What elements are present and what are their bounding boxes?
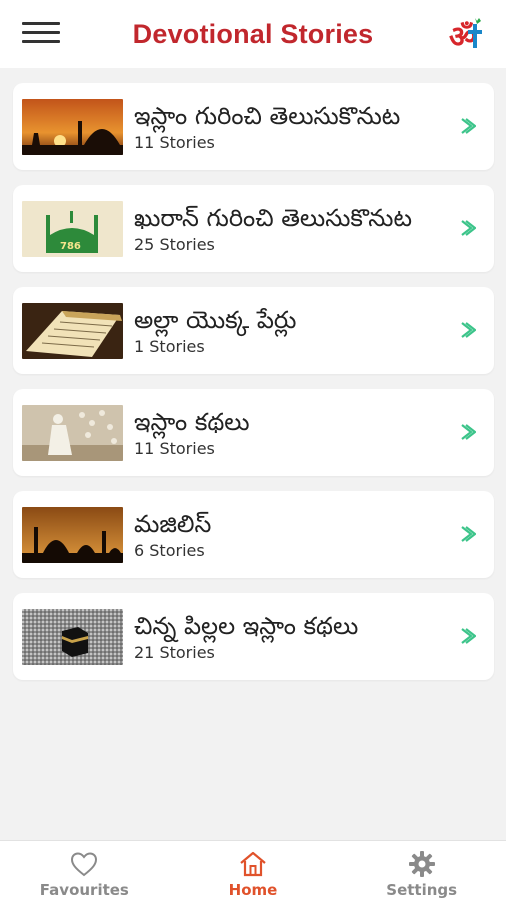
hamburger-menu-icon[interactable] (22, 22, 60, 50)
category-title: ఖురాన్ గురించి తెలుసుకొనుట (134, 204, 412, 232)
svg-text:ॐ: ॐ (449, 20, 476, 54)
category-title: ఇస్లాం గురించి తెలుసుకొనుట (134, 102, 401, 130)
app-header: Devotional Stories ॐ (0, 0, 506, 68)
kaaba-crowd-image (22, 608, 123, 665)
category-card-islam-stories[interactable]: ఇస్లాం కథలు 11 Stories (13, 389, 494, 476)
home-icon (240, 851, 266, 877)
chevron-right-icon (461, 424, 476, 440)
tab-label: Favourites (39, 881, 129, 899)
chevron-right-icon (461, 322, 476, 338)
story-count: 21 Stories (134, 643, 215, 662)
svg-text:786: 786 (60, 241, 81, 252)
chevron-right-icon (461, 628, 476, 644)
tab-settings[interactable]: Settings (337, 841, 506, 900)
bottom-tab-bar: Favourites Home Settings (0, 840, 506, 900)
category-card-quran-learning[interactable]: 786 ఖురాన్ గురించి తెలుసుకొనుట 25 Storie… (13, 185, 494, 272)
mosque-silhouette-image (22, 506, 123, 563)
quran-book-image (22, 302, 123, 359)
page-title: Devotional Stories (132, 18, 374, 49)
category-title: ఇస్లాం కథలు (134, 408, 250, 436)
gear-icon (408, 851, 435, 877)
praying-man-image (22, 404, 123, 461)
category-card-majlis[interactable]: మజిలిస్ 6 Stories (13, 491, 494, 578)
tab-label: Settings (386, 881, 458, 899)
category-card-islam-learning[interactable]: ఇస్లాం గురించి తెలుసుకొనుట 11 Stories (13, 83, 494, 170)
sunset-mosque-image (22, 98, 123, 155)
category-title: చిన్న పిల్లల ఇస్లాం కథలు (134, 612, 359, 640)
story-count: 11 Stories (134, 133, 215, 152)
om-cross-logo-icon: ॐ (448, 14, 488, 55)
chevron-right-icon (461, 526, 476, 542)
category-title: అల్లా యొక్క పేర్లు (134, 306, 297, 334)
story-count: 25 Stories (134, 235, 215, 254)
category-title: మజిలిస్ (134, 510, 212, 538)
story-count: 11 Stories (134, 439, 215, 458)
green-mosque-786-image: 786 (22, 200, 123, 257)
category-card-names-of-allah[interactable]: అల్లా యొక్క పేర్లు 1 Stories (13, 287, 494, 374)
category-list: ఇస్లాం గురించి తెలుసుకొనుట 11 Stories 78… (13, 83, 494, 695)
story-count: 6 Stories (134, 541, 205, 560)
category-card-kids-islam-stories[interactable]: చిన్న పిల్లల ఇస్లాం కథలు 21 Stories (13, 593, 494, 680)
tab-label: Home (228, 881, 278, 899)
tab-favourites[interactable]: Favourites (0, 841, 169, 900)
story-count: 1 Stories (134, 337, 205, 356)
chevron-right-icon (461, 118, 476, 134)
heart-icon (71, 852, 98, 877)
tab-home[interactable]: Home (169, 841, 338, 900)
chevron-right-icon (461, 220, 476, 236)
